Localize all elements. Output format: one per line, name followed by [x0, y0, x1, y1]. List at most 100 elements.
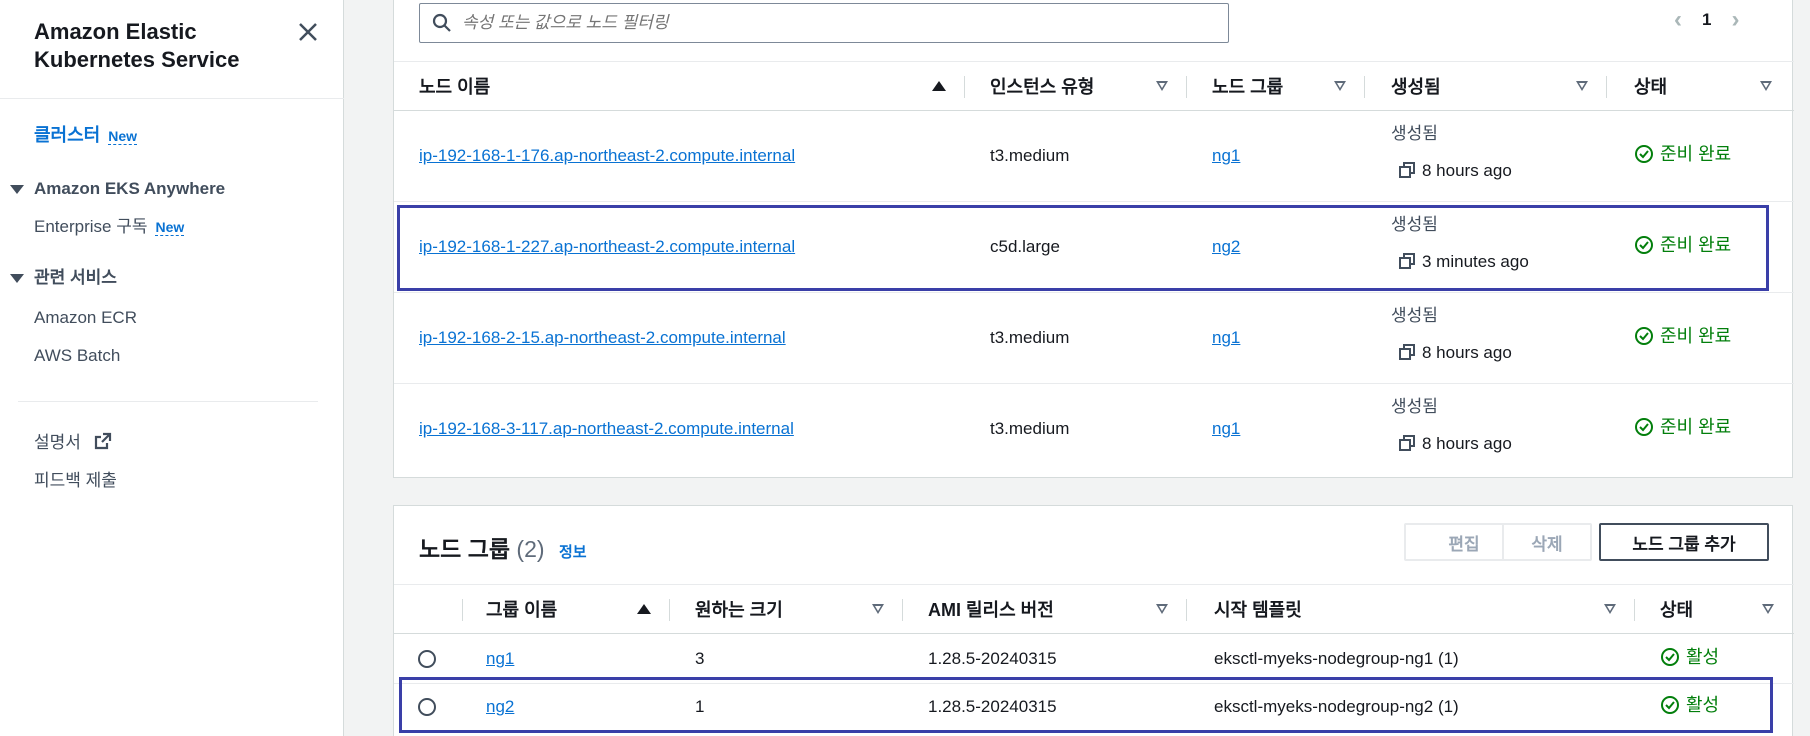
- divider: [18, 401, 318, 402]
- column-header-status[interactable]: 상태: [1660, 585, 1693, 633]
- column-header-label: 노드 이름: [419, 77, 491, 97]
- service-title[interactable]: Amazon Elastic Kubernetes Service: [34, 18, 274, 74]
- sort-ascending-icon[interactable]: [932, 81, 946, 91]
- copy-icon: [1399, 344, 1415, 360]
- column-header-label: 그룹 이름: [486, 600, 558, 620]
- sort-icon[interactable]: [1604, 604, 1616, 614]
- column-header-label: AMI 릴리스 버전: [928, 600, 1054, 620]
- node-group-link[interactable]: ng1: [1212, 327, 1240, 349]
- column-header-ami-version[interactable]: AMI 릴리스 버전: [928, 585, 1054, 633]
- node-group-link[interactable]: ng1: [1212, 418, 1240, 440]
- sidebar-item-batch[interactable]: AWS Batch: [34, 345, 120, 367]
- column-header-group-name[interactable]: 그룹 이름: [486, 585, 557, 633]
- sidebar-section-eks-anywhere[interactable]: Amazon EKS Anywhere: [10, 178, 225, 200]
- created-time-text: 8 hours ago: [1422, 161, 1512, 180]
- add-node-group-button[interactable]: 노드 그룹 추가: [1599, 523, 1769, 561]
- sort-icon[interactable]: [1334, 81, 1346, 91]
- created-time: 8 hours ago: [1398, 342, 1512, 364]
- column-separator[interactable]: [1634, 599, 1635, 621]
- sidebar-item-feedback[interactable]: 피드백 제출: [34, 470, 117, 492]
- sidebar-item-label: Amazon ECR: [34, 308, 137, 327]
- close-icon[interactable]: [296, 20, 320, 44]
- column-separator[interactable]: [462, 599, 463, 621]
- sidebar-section-label: 관련 서비스: [34, 268, 117, 287]
- column-header-launch-template[interactable]: 시작 템플릿: [1214, 585, 1302, 633]
- current-page[interactable]: 1: [1702, 10, 1711, 30]
- node-group-name-link[interactable]: ng1: [486, 648, 514, 670]
- side-navigation: Amazon Elastic Kubernetes Service 클러스터 Ne…: [0, 0, 344, 736]
- column-separator[interactable]: [669, 599, 670, 621]
- node-group-link[interactable]: ng1: [1212, 145, 1240, 167]
- sidebar-section-related-services[interactable]: 관련 서비스: [10, 267, 117, 289]
- column-header-instance-type[interactable]: 인스턴스 유형: [990, 62, 1094, 110]
- instance-type: t3.medium: [990, 146, 1070, 165]
- sidebar-item-label: Enterprise 구독: [34, 217, 148, 236]
- sort-icon[interactable]: [872, 604, 884, 614]
- delete-button[interactable]: 삭제: [1502, 523, 1592, 561]
- node-name-link[interactable]: ip-192-168-3-117.ap-northeast-2.compute.…: [419, 418, 794, 440]
- pagination: ‹ 1 ›: [1674, 8, 1739, 32]
- sidebar-item-docs[interactable]: 설명서: [34, 432, 112, 454]
- node-groups-count: (2): [516, 536, 545, 562]
- created-time-text: 8 hours ago: [1422, 343, 1512, 362]
- sort-icon[interactable]: [1576, 81, 1588, 91]
- instance-type: t3.medium: [990, 328, 1070, 347]
- column-header-desired-size[interactable]: 원하는 크기: [695, 585, 783, 633]
- table-row: ip-192-168-3-117.ap-northeast-2.compute.…: [394, 384, 1794, 475]
- sidebar-item-label: 피드백 제출: [34, 471, 117, 490]
- sidebar-item-enterprise[interactable]: Enterprise 구독 New: [34, 216, 185, 238]
- caret-down-icon: [10, 273, 24, 283]
- search-input[interactable]: [462, 13, 1222, 33]
- created-label: 생성됨: [1391, 306, 1438, 325]
- column-header-label: 시작 템플릿: [1214, 600, 1302, 620]
- highlight-box: [397, 205, 1769, 291]
- service-title-line1: Amazon Elastic: [34, 19, 197, 44]
- column-separator[interactable]: [1186, 76, 1187, 98]
- sidebar-item-label: 클러스터: [34, 125, 101, 145]
- column-header-created[interactable]: 생성됨: [1391, 62, 1441, 110]
- next-page-icon[interactable]: ›: [1731, 8, 1739, 32]
- node-name-link[interactable]: ip-192-168-2-15.ap-northeast-2.compute.i…: [419, 327, 786, 349]
- new-badge: New: [108, 128, 138, 145]
- check-circle-icon: [1635, 418, 1653, 436]
- launch-template: eksctl-myeks-nodegroup-ng1 (1): [1214, 649, 1459, 668]
- node-groups-title: 노드 그룹: [419, 536, 511, 562]
- node-name-link[interactable]: ip-192-168-1-176.ap-northeast-2.compute.…: [419, 145, 795, 167]
- created-time-text: 8 hours ago: [1422, 434, 1512, 453]
- nodes-table-header: 노드 이름 인스턴스 유형 노드 그룹 생성됨 상태: [394, 61, 1794, 111]
- sort-icon[interactable]: [1760, 81, 1772, 91]
- column-separator[interactable]: [1606, 76, 1607, 98]
- previous-page-icon[interactable]: ‹: [1674, 8, 1682, 32]
- sort-icon[interactable]: [1156, 81, 1168, 91]
- search-field[interactable]: [419, 3, 1229, 43]
- column-separator[interactable]: [1186, 599, 1187, 621]
- table-row: ip-192-168-2-15.ap-northeast-2.compute.i…: [394, 293, 1794, 384]
- status-text: 준비 완료: [1660, 417, 1732, 437]
- sort-icon[interactable]: [1762, 604, 1774, 614]
- column-separator[interactable]: [964, 76, 965, 98]
- check-circle-icon: [1635, 327, 1653, 345]
- sort-icon[interactable]: [1156, 604, 1168, 614]
- status-badge: 준비 완료: [1634, 416, 1731, 438]
- table-row: ip-192-168-1-176.ap-northeast-2.compute.…: [394, 111, 1794, 202]
- column-header-node-group[interactable]: 노드 그룹: [1212, 62, 1283, 110]
- new-badge: New: [155, 219, 185, 236]
- status-text: 준비 완료: [1660, 326, 1732, 346]
- created-label: 생성됨: [1391, 397, 1438, 416]
- column-header-node-name[interactable]: 노드 이름: [419, 62, 490, 110]
- sidebar-item-label: 설명서: [34, 433, 81, 452]
- created-time: 8 hours ago: [1398, 160, 1512, 182]
- row-select-radio[interactable]: [418, 650, 436, 668]
- sidebar-item-clusters[interactable]: 클러스터 New: [34, 124, 138, 147]
- sort-ascending-icon[interactable]: [637, 604, 651, 614]
- column-header-status[interactable]: 상태: [1634, 62, 1667, 110]
- check-circle-icon: [1661, 648, 1679, 666]
- column-header-label: 원하는 크기: [695, 600, 783, 620]
- ami-version: 1.28.5-20240315: [928, 649, 1057, 668]
- column-separator[interactable]: [902, 599, 903, 621]
- column-separator[interactable]: [1364, 76, 1365, 98]
- info-link[interactable]: 정보: [559, 544, 587, 561]
- sidebar-item-ecr[interactable]: Amazon ECR: [34, 307, 137, 329]
- status-badge: 준비 완료: [1634, 325, 1731, 347]
- copy-icon: [1399, 435, 1415, 451]
